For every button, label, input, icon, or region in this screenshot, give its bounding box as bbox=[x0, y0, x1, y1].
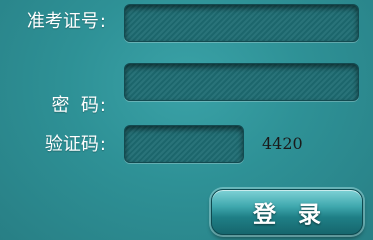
captcha-input[interactable] bbox=[124, 125, 244, 163]
ticket-number-input[interactable] bbox=[124, 4, 359, 42]
login-button[interactable]: 登录 bbox=[211, 189, 363, 235]
ticket-number-label: 准考证号: bbox=[0, 10, 106, 34]
captcha-label-text: 验证码 bbox=[44, 134, 99, 155]
password-label-text: 密 码 bbox=[51, 95, 99, 116]
ticket-number-label-text: 准考证号 bbox=[26, 11, 99, 32]
label-colon: : bbox=[99, 95, 106, 116]
captcha-label: 验证码: bbox=[0, 133, 106, 157]
label-colon: : bbox=[99, 134, 106, 155]
password-label: 密 码: bbox=[0, 70, 106, 116]
password-input[interactable] bbox=[124, 63, 359, 101]
captcha-code-image[interactable]: 4420 bbox=[262, 133, 303, 155]
label-colon: : bbox=[99, 11, 106, 32]
